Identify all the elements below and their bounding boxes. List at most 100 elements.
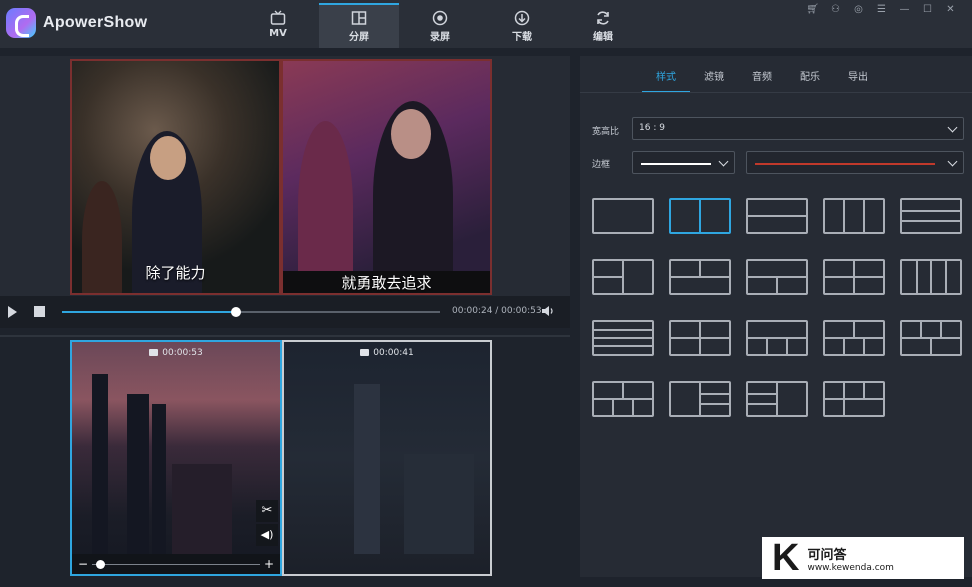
- layout-divider: [944, 261, 947, 293]
- watermark-url: www.kewenda.com: [807, 562, 894, 573]
- layout-divider: [700, 403, 729, 406]
- layout-template-18[interactable]: [746, 381, 808, 417]
- layout-divider: [785, 338, 788, 354]
- clip-slot-1[interactable]: 00:00:53 ✂ ◀) − +: [70, 340, 282, 576]
- layout-divider: [776, 383, 778, 415]
- user-icon[interactable]: ⚇: [824, 2, 847, 16]
- preview-frame-left[interactable]: 除了能力: [70, 59, 281, 295]
- layout-divider: [594, 337, 652, 339]
- camera-icon: [360, 349, 370, 356]
- layout-divider: [748, 215, 806, 217]
- tab-style[interactable]: 样式: [642, 68, 690, 93]
- nav-tab-label: 录屏: [430, 32, 450, 43]
- layout-template-11[interactable]: [592, 320, 654, 356]
- nav-tab-record[interactable]: 录屏: [400, 5, 480, 48]
- layout-template-15[interactable]: [900, 320, 962, 356]
- layout-template-19[interactable]: [823, 381, 885, 417]
- layout-divider: [902, 220, 960, 223]
- border-style-select[interactable]: [632, 151, 735, 174]
- menu-icon[interactable]: ☰: [870, 2, 893, 16]
- layout-template-16[interactable]: [592, 381, 654, 417]
- layout-divider: [748, 392, 777, 395]
- layout-template-5[interactable]: [900, 198, 962, 234]
- minus-icon[interactable]: −: [78, 557, 88, 571]
- divider: [0, 335, 570, 337]
- aspect-ratio-select[interactable]: 16 : 9: [632, 117, 964, 140]
- tv-icon: [270, 10, 286, 25]
- volume-icon[interactable]: [541, 304, 555, 318]
- progress-track[interactable]: [62, 307, 440, 317]
- tab-audio[interactable]: 音频: [738, 68, 786, 93]
- app-name: ApowerShow: [43, 14, 148, 31]
- layout-template-13[interactable]: [746, 320, 808, 356]
- layout-divider: [699, 200, 701, 232]
- aspect-ratio-value: 16 : 9: [639, 123, 665, 133]
- preview-caption: 除了能力: [145, 264, 206, 282]
- brand: ApowerShow: [6, 8, 147, 38]
- clip-slider-knob[interactable]: [96, 560, 106, 569]
- chevron-down-icon: [947, 156, 958, 167]
- layout-template-9[interactable]: [823, 259, 885, 295]
- video-face: [150, 136, 186, 180]
- tab-music[interactable]: 配乐: [786, 68, 834, 93]
- support-icon[interactable]: ◎: [847, 2, 870, 16]
- layout-divider: [748, 403, 777, 406]
- layout-divider: [930, 338, 932, 354]
- tab-export[interactable]: 导出: [834, 68, 882, 93]
- player-controls: 00:00:24 / 00:00:53: [0, 296, 570, 328]
- layout-template-6[interactable]: [592, 259, 654, 295]
- layout-template-1[interactable]: [592, 198, 654, 234]
- layout-divider: [920, 322, 923, 338]
- plus-icon[interactable]: +: [264, 557, 274, 571]
- scissors-icon[interactable]: ✂: [256, 500, 278, 522]
- layout-divider: [862, 338, 865, 354]
- nav-tab-edit[interactable]: 编辑: [563, 5, 643, 48]
- layout-divider: [915, 261, 918, 293]
- nav-tab-label: 分屏: [349, 32, 369, 43]
- clip-volume-icon[interactable]: ◀): [256, 524, 278, 546]
- layout-template-3[interactable]: [746, 198, 808, 234]
- clip-slider-track[interactable]: [92, 560, 260, 569]
- building: [127, 394, 149, 554]
- clip-volume-slider[interactable]: − +: [72, 554, 280, 574]
- play-icon[interactable]: [8, 306, 17, 318]
- nav-tab-mv[interactable]: MV: [238, 5, 318, 48]
- layout-divider: [939, 322, 942, 338]
- layout-divider: [843, 383, 846, 415]
- layout-template-10[interactable]: [900, 259, 962, 295]
- layout-template-17[interactable]: [669, 381, 731, 417]
- preview-frame-right[interactable]: 就勇敢去追求: [281, 59, 492, 295]
- layout-template-4[interactable]: [823, 198, 885, 234]
- watermark-text: 可问答 www.kewenda.com: [807, 544, 893, 573]
- close-icon[interactable]: ✕: [939, 2, 962, 16]
- layout-divider: [594, 329, 652, 331]
- building: [152, 404, 166, 554]
- layout-template-7[interactable]: [669, 259, 731, 295]
- nav-tab-split-screen[interactable]: 分屏: [319, 3, 399, 48]
- clip-slot-2[interactable]: 00:00:41: [282, 340, 492, 576]
- layout-divider: [825, 398, 883, 400]
- progress-knob[interactable]: [230, 307, 241, 317]
- stop-icon[interactable]: [34, 306, 45, 317]
- layout-template-8[interactable]: [746, 259, 808, 295]
- layout-divider: [853, 322, 855, 338]
- cart-icon[interactable]: 🛒︎: [801, 2, 824, 16]
- video-face: [391, 109, 431, 159]
- layout-divider: [748, 337, 806, 339]
- minimize-icon[interactable]: —: [893, 2, 916, 16]
- layout-template-12[interactable]: [669, 320, 731, 356]
- refresh-edit-icon: [597, 11, 609, 25]
- layout-divider: [776, 277, 778, 293]
- layout-divider: [843, 338, 846, 354]
- top-bar: ApowerShow MV 分屏 录屏 下载 编辑 🛒︎ ⚇ ◎ ☰ — ☐ ✕: [0, 0, 972, 48]
- layout-template-14[interactable]: [823, 320, 885, 356]
- nav-tab-download[interactable]: 下载: [482, 5, 562, 48]
- layout-divider: [862, 383, 865, 399]
- tab-filter[interactable]: 滤镜: [690, 68, 738, 93]
- maximize-icon[interactable]: ☐: [916, 2, 939, 16]
- layout-divider: [699, 322, 701, 354]
- building: [354, 384, 380, 554]
- border-color-select[interactable]: [746, 151, 964, 174]
- layout-divider: [862, 200, 865, 232]
- layout-template-2[interactable]: [669, 198, 731, 234]
